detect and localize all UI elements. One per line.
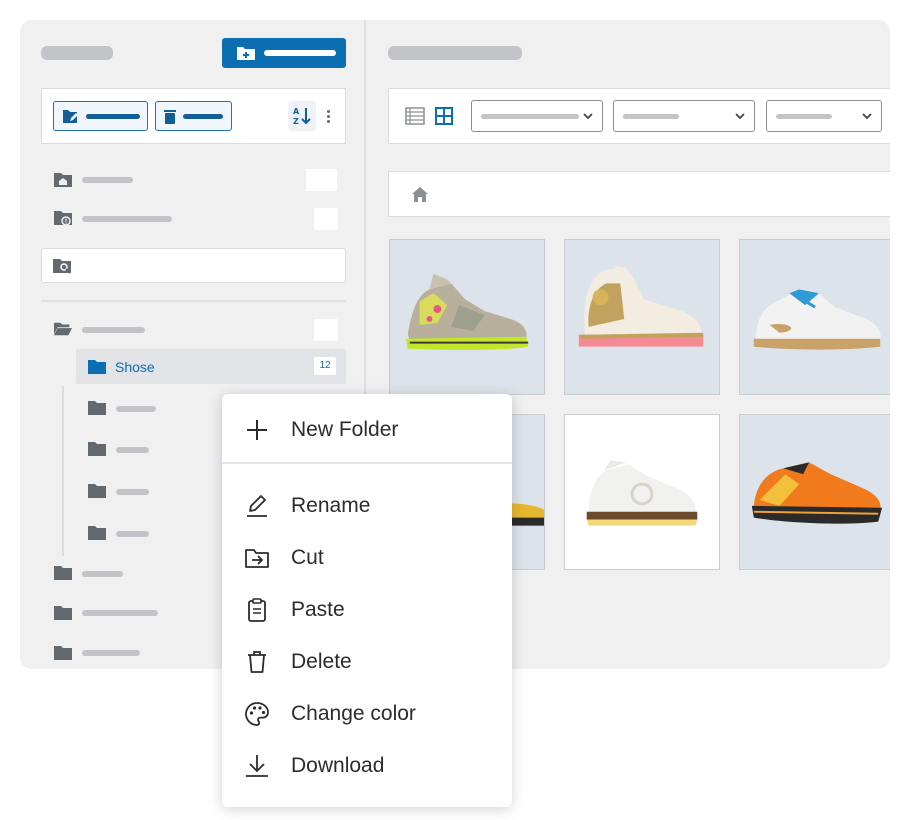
download-icon: [246, 755, 268, 777]
tree-item-label-placeholder[interactable]: [116, 406, 156, 412]
breadcrumb: [388, 171, 890, 217]
tree-item-label-placeholder[interactable]: [82, 610, 158, 616]
context-menu: New Folder Rename Cut Paste Delete Chang…: [222, 394, 512, 807]
new-folder-label: [264, 50, 336, 56]
menu-item-label: Delete: [291, 650, 352, 673]
folder-icon: [88, 484, 106, 498]
sidebar-title: [41, 46, 113, 60]
folder-move-icon: [245, 549, 269, 568]
menu-item-download[interactable]: Download: [222, 742, 512, 788]
menu-item-label: New Folder: [291, 418, 399, 441]
sneaker-image: [751, 462, 883, 524]
list-view-icon[interactable]: [405, 107, 425, 125]
folder-icon: [88, 526, 106, 540]
trash-icon: [248, 651, 266, 673]
menu-item-label: Cut: [291, 546, 324, 569]
folder-icon: [54, 606, 72, 620]
pencil-icon: [247, 495, 267, 517]
tree-item-label: Shose: [115, 359, 155, 375]
folder-plus-icon: [237, 47, 255, 60]
menu-item-label: Rename: [291, 494, 371, 517]
home-icon[interactable]: [411, 186, 429, 203]
tree-item-shose[interactable]: Shose 12: [76, 349, 346, 384]
palette-icon: [245, 702, 269, 726]
home-folder-icon: [54, 173, 72, 187]
chevron-down-icon: [862, 113, 872, 120]
root-folder-label[interactable]: [82, 327, 145, 333]
media-thumbnail[interactable]: [389, 239, 545, 395]
menu-item-label: Download: [291, 754, 385, 777]
new-folder-button[interactable]: [222, 38, 346, 68]
sneaker-image: [405, 273, 529, 350]
menu-item-paste[interactable]: Paste: [222, 586, 512, 632]
folder-search-input[interactable]: [41, 248, 346, 283]
grid-view-icon[interactable]: [435, 107, 453, 125]
folder-open-icon: [54, 322, 72, 336]
sidebar-divider: [41, 300, 346, 302]
trash-icon: [164, 110, 176, 124]
menu-item-delete[interactable]: Delete: [222, 638, 512, 684]
sort-az-icon: A Z: [293, 107, 311, 126]
more-options-icon[interactable]: [327, 110, 331, 124]
sneaker-image: [586, 460, 698, 526]
tree-connector: [62, 386, 64, 556]
folder-icon: [88, 442, 106, 456]
tree-item-label-placeholder[interactable]: [82, 571, 123, 577]
search-folder-icon: [53, 259, 71, 274]
media-thumbnail[interactable]: [739, 414, 890, 570]
menu-item-rename[interactable]: Rename: [222, 482, 512, 528]
date-filter[interactable]: [613, 100, 755, 132]
folder-info-icon: [54, 211, 72, 226]
plus-icon: [247, 420, 267, 440]
menu-item-change-color[interactable]: Change color: [222, 690, 512, 736]
root-folder-count: [314, 319, 338, 341]
sidebar-toolbar: A Z: [41, 88, 346, 144]
sort-button[interactable]: A Z: [288, 101, 316, 131]
tree-item-label-placeholder[interactable]: [116, 447, 149, 453]
media-type-filter[interactable]: [471, 100, 603, 132]
chevron-down-icon: [735, 113, 745, 120]
tree-item-label-placeholder[interactable]: [82, 650, 140, 656]
media-thumbnail[interactable]: [739, 239, 890, 395]
media-thumbnail[interactable]: [564, 239, 720, 395]
tree-item-label-placeholder[interactable]: [116, 531, 149, 537]
menu-item-label: Change color: [291, 702, 416, 725]
sort-filter[interactable]: [766, 100, 882, 132]
filter-toolbar: [388, 88, 890, 144]
menu-item-label: Paste: [291, 598, 345, 621]
menu-item-new-folder[interactable]: New Folder: [222, 406, 512, 452]
chevron-down-icon: [583, 113, 593, 120]
svg-text:Z: Z: [293, 117, 299, 126]
folder-icon: [88, 401, 106, 415]
folder-icon: [54, 646, 72, 660]
uncategorized-label[interactable]: [82, 216, 172, 222]
tree-item-label-placeholder[interactable]: [116, 489, 149, 495]
folder-count-badge: 12: [314, 357, 336, 375]
menu-item-cut[interactable]: Cut: [222, 534, 512, 580]
media-thumbnail[interactable]: [564, 414, 720, 570]
rename-button[interactable]: [53, 101, 148, 131]
main-title: [388, 46, 522, 60]
folder-icon: [88, 360, 106, 374]
clipboard-icon: [248, 598, 266, 622]
all-files-label[interactable]: [82, 177, 133, 183]
folder-icon: [54, 566, 72, 580]
delete-button[interactable]: [155, 101, 232, 131]
all-files-count: [306, 169, 337, 191]
uncategorized-count: [314, 208, 338, 230]
svg-text:A: A: [293, 107, 300, 116]
menu-divider: [222, 462, 512, 464]
edit-icon: [63, 110, 78, 123]
sneaker-image: [578, 265, 704, 347]
sneaker-image: [753, 289, 881, 350]
